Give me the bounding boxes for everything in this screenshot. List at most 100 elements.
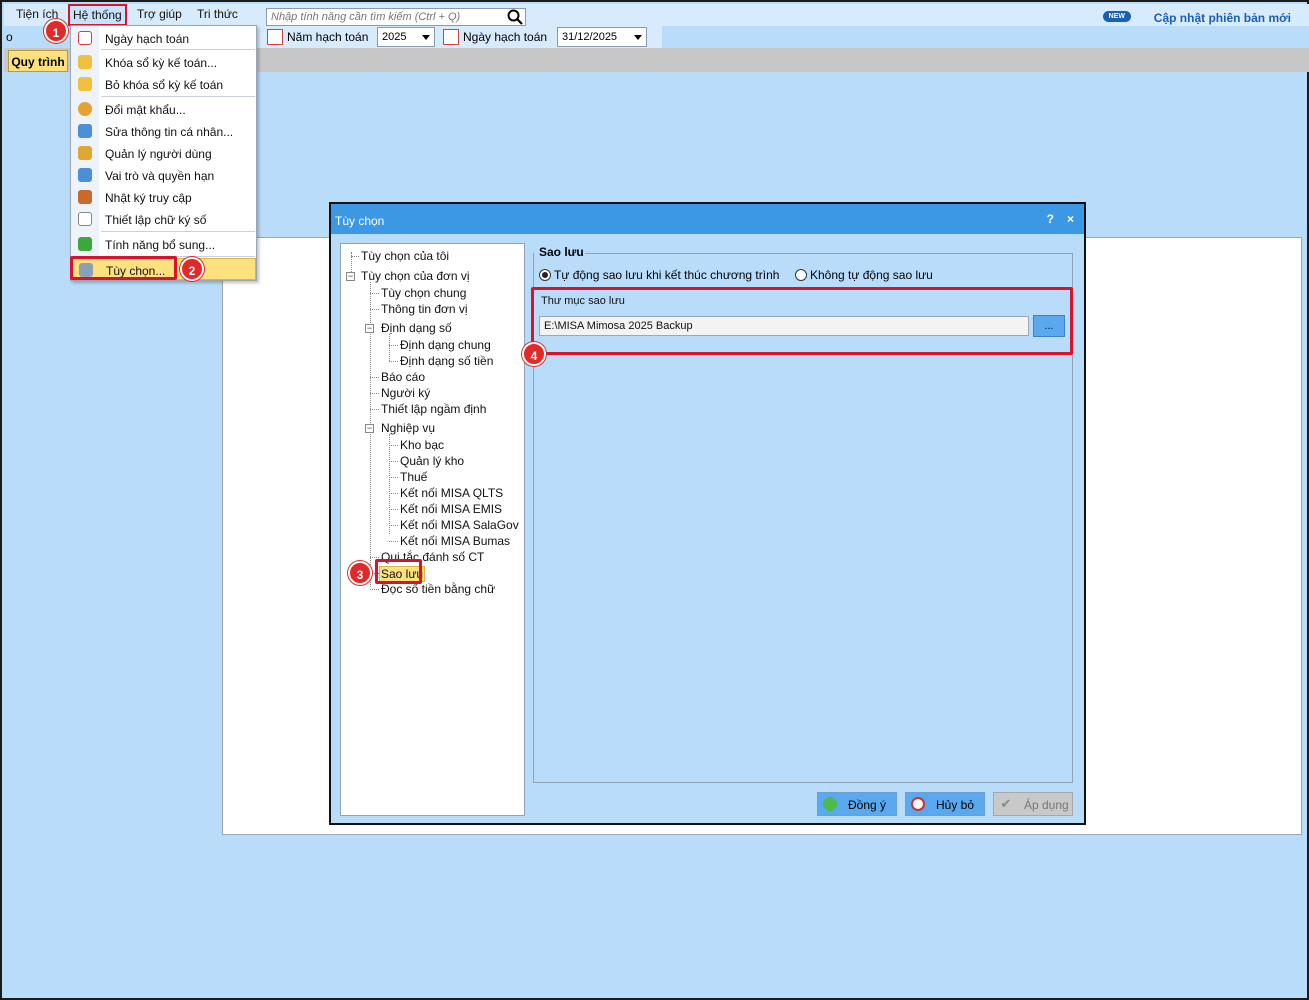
dialog-title: Tùy chọn [335,214,385,228]
menu-tro-giup[interactable]: Trợ giúp [137,7,182,21]
help-icon[interactable]: ? [1047,212,1054,226]
tree-line [370,293,379,294]
highlight-backup-folder [531,287,1073,355]
tree-node[interactable]: Nghiệp vụ [381,421,435,435]
calendar-icon [267,29,283,45]
menu-separator [101,49,255,50]
tree-node[interactable]: Kết nối MISA SalaGov [400,518,519,532]
tree-node[interactable]: Tùy chọn chung [381,286,466,300]
tree-line [389,541,398,542]
radio-unchecked-icon [795,269,807,281]
radio-no-auto-backup[interactable]: Không tự động sao lưu [795,268,933,282]
tree-line [389,361,398,362]
radio-label: Tự động sao lưu khi kết thúc chương trìn… [554,268,780,282]
menu-separator [101,231,255,232]
step-badge-3: 3 [348,561,372,585]
menu-item-sua-thong-tin[interactable]: Sửa thông tin cá nhân... [72,120,256,142]
tree-line [389,461,398,462]
menu-item-label: Thiết lập chữ ký số [105,213,207,227]
tree-node[interactable]: Định dạng số tiền [400,354,493,368]
radio-auto-backup[interactable]: Tự động sao lưu khi kết thúc chương trìn… [539,268,779,282]
check-icon [823,797,837,811]
cancel-button[interactable]: Hủy bỏ [905,792,985,816]
tree-node[interactable]: Thiết lập ngầm định [381,402,486,416]
menu-item-khoa-so[interactable]: Khóa sổ kỳ kế toán... [72,51,256,73]
apply-button[interactable]: ✔ Áp dụng [993,792,1073,816]
year-label: Năm hạch toán [287,30,369,44]
date-select[interactable]: 31/12/2025 [557,27,647,47]
tree-line [389,509,398,510]
tree-node[interactable]: Người ký [381,386,430,400]
menu-bar: Tiện ích Hệ thống Trợ giúp Tri thức NEW … [4,4,1309,26]
options-tree: Tùy chọn của tôi − Tùy chọn của đơn vị T… [340,243,525,816]
radio-label: Không tự động sao lưu [810,268,933,282]
menu-item-chu-ky-so[interactable]: Thiết lập chữ ký số [72,208,256,230]
menu-item-label: Quản lý người dùng [105,147,212,161]
tree-line [389,434,390,534]
menu-item-label: Sửa thông tin cá nhân... [105,125,234,139]
menu-item-label: Khóa sổ kỳ kế toán... [105,56,218,70]
ok-button[interactable]: Đồng ý [817,792,897,816]
new-badge: NEW [1102,11,1131,22]
toolbar-period-panel: Năm hạch toán 2025 Ngày hạch toán 31/12/… [257,26,662,48]
collapse-icon[interactable]: − [365,424,374,433]
unlock-icon [78,77,92,91]
tree-node[interactable]: Kết nối MISA Bumas [400,534,510,548]
he-thong-dropdown: Ngày hạch toán Khóa sổ kỳ kế toán... Bỏ … [70,25,257,281]
tree-node[interactable]: Kết nối MISA QLTS [400,486,503,500]
step-badge-1: 1 [44,19,68,43]
chevron-down-icon [634,35,642,40]
toolbar-fragment: o [6,30,13,44]
menu-item-quan-ly-nguoi-dung[interactable]: Quản lý người dùng [72,142,256,164]
tree-line [370,393,379,394]
tree-node[interactable]: Quản lý kho [400,454,464,468]
cancel-icon [911,797,925,811]
year-select[interactable]: 2025 [377,27,435,47]
menu-item-vai-tro[interactable]: Vai trò và quyền hạn [72,164,256,186]
step-badge-2: 2 [180,257,204,281]
menu-item-tinh-nang[interactable]: Tính năng bổ sung... [72,233,256,255]
tree-node[interactable]: Tùy chọn của tôi [361,249,449,263]
search-box[interactable] [266,8,526,26]
highlight-tuy-chon [70,256,177,280]
menu-item-doi-mat-khau[interactable]: Đổi mật khẩu... [72,98,256,120]
menu-item-ngay-hach-toan[interactable]: Ngày hạch toán [72,27,256,49]
tree-line [370,409,379,410]
check-icon: ✔ [1000,796,1012,811]
radio-checked-icon [539,269,551,281]
tree-line [370,377,379,378]
menu-separator [101,96,255,97]
user-edit-icon [78,124,92,138]
menu-item-label: Vai trò và quyền hạn [105,169,215,183]
tab-quy-trinh[interactable]: Quy trình [8,50,68,72]
tree-node[interactable]: Tùy chọn của đơn vị [361,269,470,283]
menu-item-bo-khoa-so[interactable]: Bỏ khóa sổ kỳ kế toán [72,73,256,95]
tree-node[interactable]: Kho bạc [400,438,444,452]
key-icon [78,102,92,116]
tree-node[interactable]: Báo cáo [381,370,425,384]
tree-node[interactable]: Đọc số tiền bằng chữ [381,582,495,596]
menu-tri-thuc[interactable]: Tri thức [197,7,238,21]
menu-he-thong[interactable]: Hệ thống [68,4,127,26]
dialog-title-bar: Tùy chọn [331,204,1084,234]
tree-line [389,525,398,526]
update-link[interactable]: Cập nhật phiên bản mới [1154,11,1291,25]
tree-node[interactable]: Kết nối MISA EMIS [400,502,502,516]
search-icon[interactable] [507,9,523,25]
menu-item-label: Đổi mật khẩu... [105,103,186,117]
search-input[interactable] [267,9,503,25]
tree-node[interactable]: Thông tin đơn vị [381,302,468,316]
app-frame: Tiện ích Hệ thống Trợ giúp Tri thức NEW … [0,0,1309,1000]
collapse-icon[interactable]: − [346,272,355,281]
tree-node[interactable]: Định dạng số [381,321,452,335]
role-icon [78,168,92,182]
collapse-icon[interactable]: − [365,324,374,333]
menu-item-label: Tính năng bổ sung... [105,238,216,252]
tree-node[interactable]: Thuế [400,470,427,484]
tree-node[interactable]: Định dạng chung [400,338,491,352]
ok-label: Đồng ý [848,798,887,812]
menu-item-nhat-ky[interactable]: Nhật ký truy cập [72,186,256,208]
close-icon[interactable]: × [1067,212,1074,226]
apply-label: Áp dụng [1024,798,1069,812]
date-value: 31/12/2025 [562,31,618,43]
